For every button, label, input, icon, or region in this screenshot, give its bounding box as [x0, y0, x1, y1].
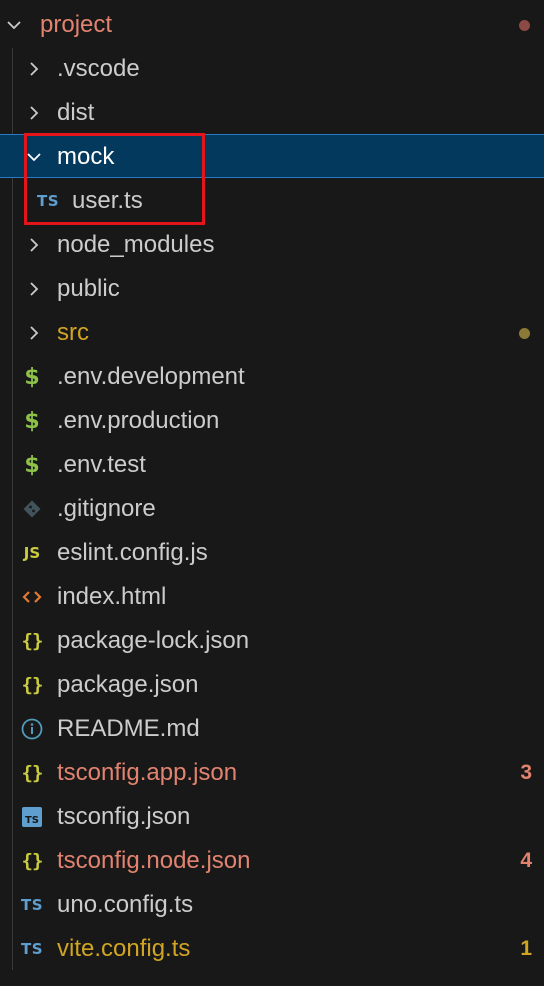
file-env-production[interactable]: $ .env.production [0, 399, 544, 443]
file-label: eslint.config.js [57, 539, 208, 566]
info-icon [20, 707, 44, 751]
untracked-dot-indicator [519, 328, 530, 339]
file-label: README.md [57, 715, 200, 742]
folder-label: dist [57, 99, 95, 126]
json-braces-icon: {} [21, 850, 44, 872]
folder-src[interactable]: src [0, 311, 544, 355]
dollar-env-icon: $ [24, 452, 40, 478]
file-label: user.ts [72, 187, 143, 214]
file-explorer: project .vscode dist mock TS user.ts nod… [0, 0, 544, 986]
file-package-json[interactable]: {} package.json [0, 663, 544, 707]
file-label: package-lock.json [57, 627, 250, 654]
file-label: tsconfig.json [57, 803, 191, 830]
ts-file-icon: TS [36, 192, 60, 210]
ts-file-icon: TS [20, 896, 44, 914]
file-tsconfig-node-json[interactable]: {} tsconfig.node.json 4 [0, 839, 544, 883]
js-file-icon: JS [23, 544, 41, 562]
file-label: .env.production [57, 407, 220, 434]
problem-count-badge: 3 [520, 761, 532, 784]
file-uno-config-ts[interactable]: TS uno.config.ts [0, 883, 544, 927]
chevron-down-icon [22, 135, 46, 179]
folder-label: node_modules [57, 231, 215, 258]
file-label: tsconfig.app.json [57, 759, 238, 786]
folder-vscode[interactable]: .vscode [0, 47, 544, 91]
file-tsconfig-json[interactable]: TS tsconfig.json [0, 795, 544, 839]
chevron-right-icon [22, 311, 46, 355]
folder-mock[interactable]: mock [0, 134, 544, 178]
folder-project[interactable]: project [0, 3, 544, 47]
chevron-right-icon [22, 47, 46, 91]
file-label: uno.config.ts [57, 891, 194, 918]
folder-label: .vscode [57, 55, 140, 82]
file-package-lock-json[interactable]: {} package-lock.json [0, 619, 544, 663]
folder-public[interactable]: public [0, 267, 544, 311]
file-vite-config-ts[interactable]: TS vite.config.ts 1 [0, 927, 544, 971]
folder-node-modules[interactable]: node_modules [0, 223, 544, 267]
folder-label: public [57, 275, 120, 302]
svg-text:TS: TS [25, 815, 39, 826]
file-env-development[interactable]: $ .env.development [0, 355, 544, 399]
file-label: .env.test [57, 451, 146, 478]
json-braces-icon: {} [21, 630, 44, 652]
json-braces-icon: {} [21, 674, 44, 696]
file-eslint-config-js[interactable]: JS eslint.config.js [0, 531, 544, 575]
modified-dot-indicator [519, 20, 530, 31]
git-icon [20, 487, 44, 531]
dollar-env-icon: $ [24, 364, 40, 390]
dollar-env-icon: $ [24, 408, 40, 434]
problem-count-badge: 1 [520, 937, 532, 960]
chevron-right-icon [22, 91, 46, 135]
file-readme-md[interactable]: README.md [0, 707, 544, 751]
ts-square-icon: TS [20, 795, 44, 839]
folder-dist[interactable]: dist [0, 91, 544, 135]
chevron-down-icon [2, 3, 26, 47]
file-env-test[interactable]: $ .env.test [0, 443, 544, 487]
chevron-right-icon [22, 267, 46, 311]
file-user-ts[interactable]: TS user.ts [0, 179, 544, 223]
folder-label: mock [57, 143, 115, 170]
json-braces-icon: {} [21, 762, 44, 784]
file-label: vite.config.ts [57, 935, 191, 962]
folder-label: src [57, 319, 89, 346]
folder-label: project [40, 11, 113, 38]
problem-count-badge: 4 [520, 849, 532, 872]
ts-file-icon: TS [20, 940, 44, 958]
file-label: tsconfig.node.json [57, 847, 251, 874]
chevron-right-icon [22, 223, 46, 267]
file-tsconfig-app-json[interactable]: {} tsconfig.app.json 3 [0, 751, 544, 795]
file-gitignore[interactable]: .gitignore [0, 487, 544, 531]
file-label: .gitignore [57, 495, 156, 522]
file-label: index.html [57, 583, 167, 610]
html-code-icon [20, 575, 44, 619]
file-index-html[interactable]: index.html [0, 575, 544, 619]
file-label: package.json [57, 671, 199, 698]
file-label: .env.development [57, 363, 245, 390]
